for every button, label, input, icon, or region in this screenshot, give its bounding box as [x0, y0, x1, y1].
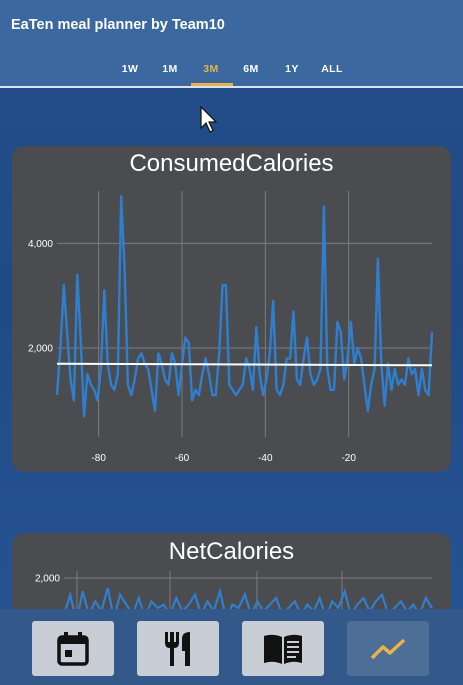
consumed-calories-chart: 2,000 4,000 -80 -60 -40 -20	[28, 191, 434, 464]
calendar-icon	[57, 631, 89, 666]
calendar-nav-button[interactable]	[32, 621, 114, 676]
tab-1y[interactable]: 1Y	[277, 63, 307, 75]
time-range-tabs: 1W 1M 3M 6M 1Y ALL	[0, 56, 463, 86]
y-tick-label: 4,000	[28, 239, 53, 250]
recipes-nav-button[interactable]	[242, 621, 324, 676]
consumed-calories-card: ConsumedCalories 2,000 4,000 -80 -60 -40 -20	[12, 146, 451, 472]
x-tick-label: -40	[258, 453, 273, 464]
x-tick-label: -20	[341, 453, 356, 464]
consumed-calories-series	[55, 195, 434, 418]
mouse-pointer-icon	[200, 106, 218, 133]
trend-chart-icon	[370, 638, 406, 659]
y-tick-label: 2,000	[28, 344, 53, 355]
app-title: EaTen meal planner by Team10	[11, 17, 225, 33]
bottom-nav-bar	[0, 609, 463, 685]
tab-6m[interactable]: 6M	[236, 63, 266, 75]
x-tick-label: -80	[91, 453, 106, 464]
statistics-nav-button[interactable]	[347, 621, 429, 676]
tab-3m[interactable]: 3M	[196, 63, 226, 75]
x-tick-label: -60	[175, 453, 190, 464]
meals-nav-button[interactable]	[137, 621, 219, 676]
book-icon	[264, 634, 302, 664]
tab-1w[interactable]: 1W	[115, 63, 145, 75]
active-tab-indicator	[191, 83, 233, 86]
y-tick-label: 2,000	[35, 574, 60, 585]
app-bar: EaTen meal planner by Team10 1W 1M 3M 6M…	[0, 0, 463, 88]
fork-knife-icon	[165, 631, 190, 666]
tab-all[interactable]: ALL	[317, 63, 347, 75]
tab-1m[interactable]: 1M	[155, 63, 185, 75]
